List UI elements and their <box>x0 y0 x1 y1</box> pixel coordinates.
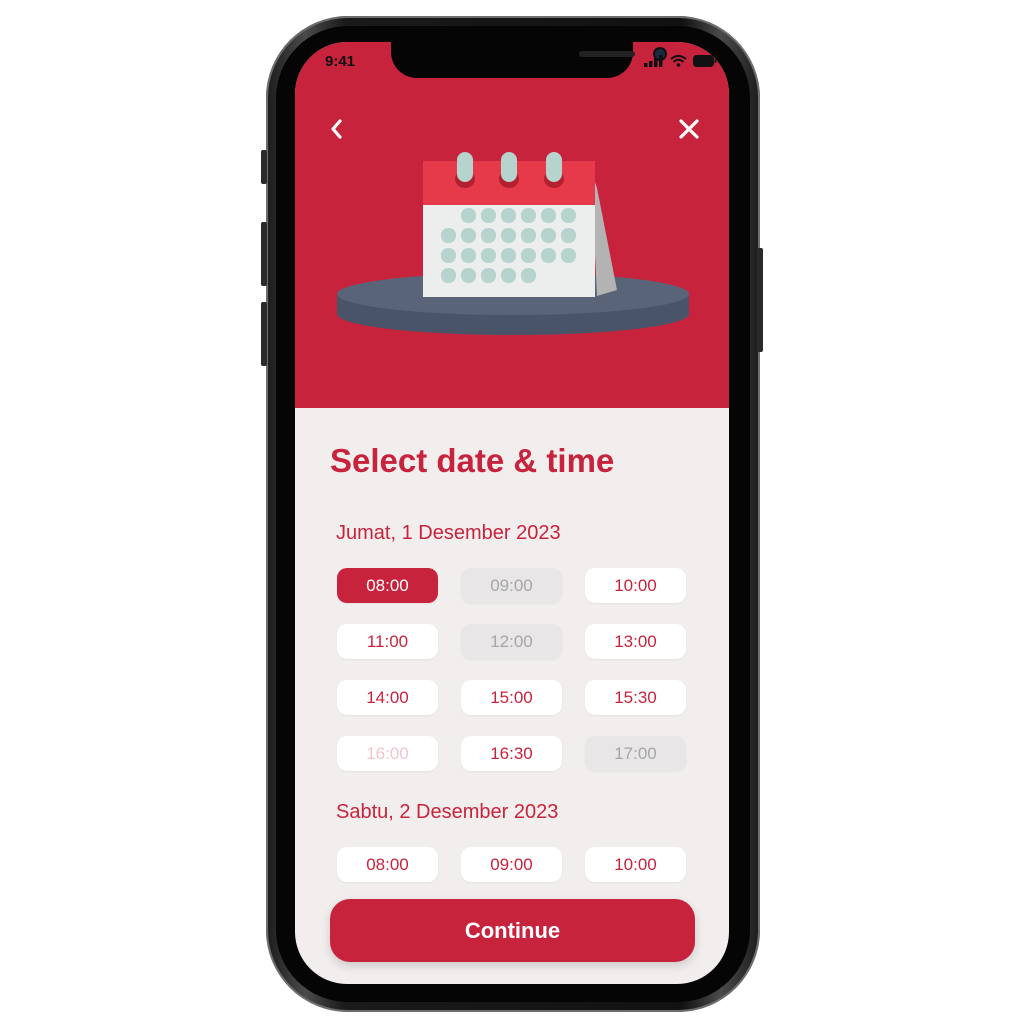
time-slot[interactable]: 10:00 <box>585 847 686 882</box>
status-icons <box>644 55 717 67</box>
app-screen: 9:41 Select date & time Jumat, 1 Desembe… <box>295 42 729 984</box>
earpiece-speaker <box>579 51 635 57</box>
continue-button[interactable]: Continue <box>330 899 695 962</box>
wifi-icon <box>670 55 687 67</box>
date-heading-day-1: Jumat, 1 Desember 2023 <box>336 522 561 544</box>
time-slot[interactable]: 16:00 <box>337 736 438 771</box>
time-slot[interactable]: 09:00 <box>461 568 562 603</box>
time-slot[interactable]: 10:00 <box>585 568 686 603</box>
status-time: 9:41 <box>325 53 356 70</box>
device-notch <box>391 42 665 78</box>
time-slot[interactable]: 09:00 <box>461 847 562 882</box>
volume-down-button <box>261 302 267 366</box>
signal-icon <box>644 55 663 67</box>
mute-switch <box>261 150 267 184</box>
time-slot[interactable]: 08:00 <box>337 568 438 603</box>
time-slot[interactable]: 13:00 <box>585 624 686 659</box>
volume-up-button <box>261 222 267 286</box>
power-button <box>757 248 763 352</box>
time-slot[interactable]: 11:00 <box>337 624 438 659</box>
calendar-illustration <box>337 152 689 335</box>
header-banner <box>295 42 729 408</box>
time-slot[interactable]: 12:00 <box>461 624 562 659</box>
page-title: Select date & time <box>330 442 615 479</box>
date-heading-day-2: Sabtu, 2 Desember 2023 <box>336 801 559 823</box>
battery-icon <box>693 55 717 67</box>
time-slot[interactable]: 17:00 <box>585 736 686 771</box>
time-slot[interactable]: 14:00 <box>337 680 438 715</box>
time-slot[interactable]: 15:30 <box>585 680 686 715</box>
time-slot[interactable]: 16:30 <box>461 736 562 771</box>
time-slot[interactable]: 08:00 <box>337 847 438 882</box>
time-slot[interactable]: 15:00 <box>461 680 562 715</box>
